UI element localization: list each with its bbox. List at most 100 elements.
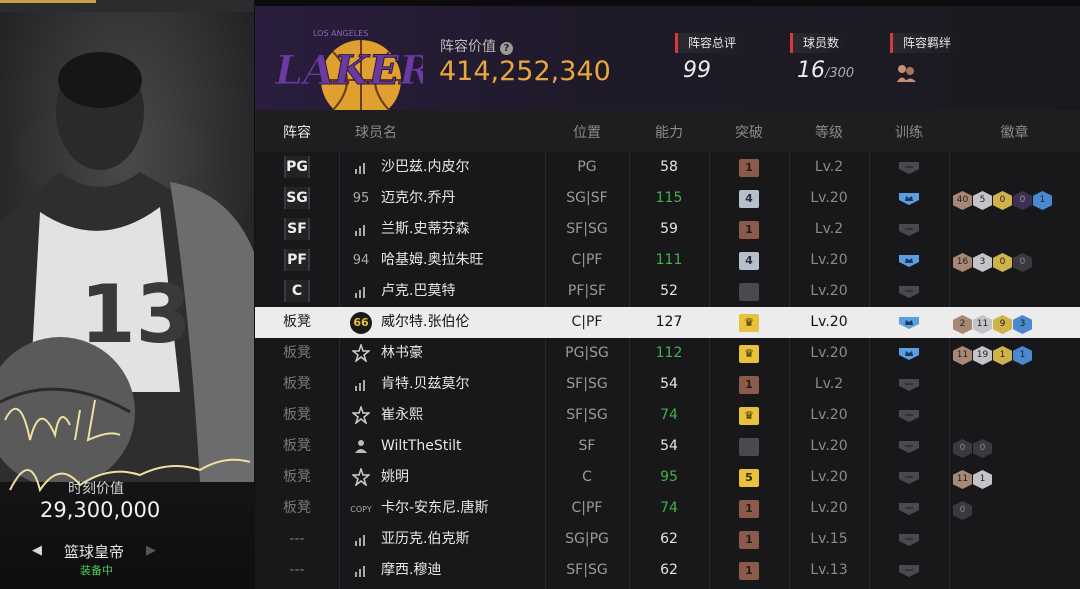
player-name[interactable]: 威尔特.张伯伦 (381, 307, 551, 338)
breakthrough-cell: 1 (709, 493, 789, 524)
player-name[interactable]: WiltTheStilt (381, 431, 551, 462)
table-row[interactable]: C 卢克.巴莫特 PF|SF 52 - Lv.20 (255, 276, 1080, 307)
badges-cell: 0 (949, 493, 1080, 524)
col-training[interactable]: 训练 (869, 122, 949, 142)
player-position: SG|SF (566, 190, 608, 206)
table-row[interactable]: --- 摩西.穆迪 SF|SG 62 1 Lv.13 (255, 555, 1080, 586)
training-icon[interactable] (898, 409, 920, 423)
training-icon[interactable] (898, 502, 920, 516)
badges-cell (949, 369, 1080, 400)
training-cell (869, 152, 949, 183)
training-icon[interactable] (898, 223, 920, 237)
lakers-logo: LAKERS LOS ANGELES (274, 29, 423, 112)
player-card[interactable]: 13 时刻价值 29,300,000 ◀ 篮球皇帝 ▶ 装备中 (0, 0, 254, 589)
badge-list: 2 11 9 3 (953, 315, 1033, 334)
player-name[interactable]: 卡尔-安东尼.唐斯 (381, 493, 551, 524)
lineup-slot: 板凳 (283, 438, 311, 454)
table-row[interactable]: 板凳 林书豪 PG|SG 112 ♛ Lv.20 11 19 1 1 (255, 338, 1080, 369)
table-row[interactable]: 板凳 崔永熙 SF|SG 74 ♛ Lv.20 (255, 400, 1080, 431)
col-lineup[interactable]: 阵容 (278, 122, 316, 142)
player-position: PF|SF (567, 283, 607, 299)
table-row[interactable]: PG 沙巴兹.内皮尔 PG 58 1 Lv.2 (255, 152, 1080, 183)
roster-table: 阵容 球员名 位置 能力 突破 等级 训练 徽章 PG 沙巴兹.内皮尔 PG 58 1 L… (255, 110, 1080, 589)
player-name[interactable]: 兰斯.史蒂芬森 (381, 214, 551, 245)
next-card-icon[interactable]: ▶ (146, 543, 156, 558)
badge-hex: 1 (1033, 191, 1052, 210)
player-ability: 115 (655, 190, 683, 206)
training-icon[interactable] (898, 192, 920, 206)
table-row[interactable]: 板凳 姚明 C 95 5 Lv.20 11 1 (255, 462, 1080, 493)
table-row[interactable]: PF 94 哈基姆.奥拉朱旺 C|PF 111 4 Lv.20 16 3 0 0 (255, 245, 1080, 276)
player-level: Lv.2 (814, 376, 844, 392)
training-icon[interactable] (898, 564, 920, 578)
col-name[interactable]: 球员名 (351, 122, 401, 142)
player-icon-cell (348, 276, 374, 307)
table-row[interactable]: 板凳 肯特.贝兹莫尔 SF|SG 54 1 Lv.2 (255, 369, 1080, 400)
col-level[interactable]: 等级 (789, 122, 869, 142)
table-row[interactable]: SG 95 迈克尔.乔丹 SG|SF 115 4 Lv.20 40 5 0 0 1 (255, 183, 1080, 214)
training-icon[interactable] (898, 471, 920, 485)
table-row[interactable]: --- 亚历克.伯克斯 SG|PG 62 1 Lv.15 (255, 524, 1080, 555)
player-name[interactable]: 卢克.巴莫特 (381, 276, 551, 307)
player-name[interactable]: 林书豪 (381, 338, 551, 369)
training-icon[interactable] (898, 378, 920, 392)
player-name[interactable]: 姚明 (381, 462, 551, 493)
training-icon[interactable] (898, 285, 920, 299)
training-icon[interactable] (898, 347, 920, 361)
lineup-slot: --- (289, 531, 305, 547)
player-ability: 95 (660, 469, 678, 485)
player-position: SF|SG (566, 407, 608, 423)
stats-bars-icon (355, 225, 365, 236)
copy-icon: COPY (350, 505, 372, 514)
col-ability[interactable]: 能力 (629, 122, 709, 142)
badge-hex: 1 (973, 470, 992, 489)
player-name[interactable]: 亚历克.伯克斯 (381, 524, 551, 555)
training-icon[interactable] (898, 254, 920, 268)
lineup-slot: SF (284, 218, 310, 240)
training-icon[interactable] (898, 316, 920, 330)
badges-cell (949, 400, 1080, 431)
player-icon-cell (348, 431, 374, 462)
col-badges[interactable]: 徽章 (949, 122, 1080, 142)
breakthrough-cell: 4 (709, 183, 789, 214)
badge-hex: 3 (1013, 315, 1032, 334)
breakthrough-cell: 1 (709, 524, 789, 555)
player-name[interactable]: 哈基姆.奥拉朱旺 (381, 245, 551, 276)
lineup-slot: --- (289, 562, 305, 578)
table-row[interactable]: 板凳 COPY 卡尔-安东尼.唐斯 C|PF 74 1 Lv.20 0 (255, 493, 1080, 524)
help-icon[interactable]: ? (500, 42, 513, 55)
player-ability: 59 (660, 221, 678, 237)
player-level: Lv.2 (814, 159, 844, 175)
table-row[interactable]: SF 兰斯.史蒂芬森 SF|SG 59 1 Lv.2 (255, 214, 1080, 245)
player-ability: 112 (655, 345, 683, 361)
player-name[interactable]: 肯特.贝兹莫尔 (381, 369, 551, 400)
player-icon-cell: 66 (348, 307, 374, 338)
player-count: 16/300 (797, 58, 855, 83)
player-name[interactable]: 沙巴兹.内皮尔 (381, 152, 551, 183)
slot-cell: 板凳 (278, 431, 316, 462)
slot-cell: 板凳 (278, 462, 316, 493)
badges-cell (949, 214, 1080, 245)
training-cell (869, 183, 949, 214)
star-badge-icon (350, 404, 372, 426)
col-breakthrough[interactable]: 突破 (709, 122, 789, 142)
training-icon[interactable] (898, 533, 920, 547)
player-name[interactable]: 崔永熙 (381, 400, 551, 431)
training-icon[interactable] (898, 440, 920, 454)
col-position[interactable]: 位置 (545, 122, 629, 142)
bond-icon[interactable] (895, 62, 917, 84)
badge-hex: 11 (953, 470, 972, 489)
table-row[interactable]: 板凳 66 威尔特.张伯伦 C|PF 127 ♛ Lv.20 2 11 9 3 (255, 307, 1080, 338)
rating-label: 阵容总评 (675, 33, 747, 53)
training-cell (869, 245, 949, 276)
player-name[interactable]: 迈克尔.乔丹 (381, 183, 551, 214)
player-position: SF (578, 438, 596, 454)
training-icon[interactable] (898, 161, 920, 175)
lineup-slot: 板凳 (283, 469, 311, 485)
player-name[interactable]: 摩西.穆迪 (381, 555, 551, 586)
player-level: Lv.20 (810, 283, 848, 299)
player-position: PG|SG (565, 345, 609, 361)
badge-hex: 3 (973, 253, 992, 272)
table-row[interactable]: 板凳 WiltTheStilt SF 54 - Lv.20 0 0 (255, 431, 1080, 462)
prev-card-icon[interactable]: ◀ (32, 543, 42, 558)
